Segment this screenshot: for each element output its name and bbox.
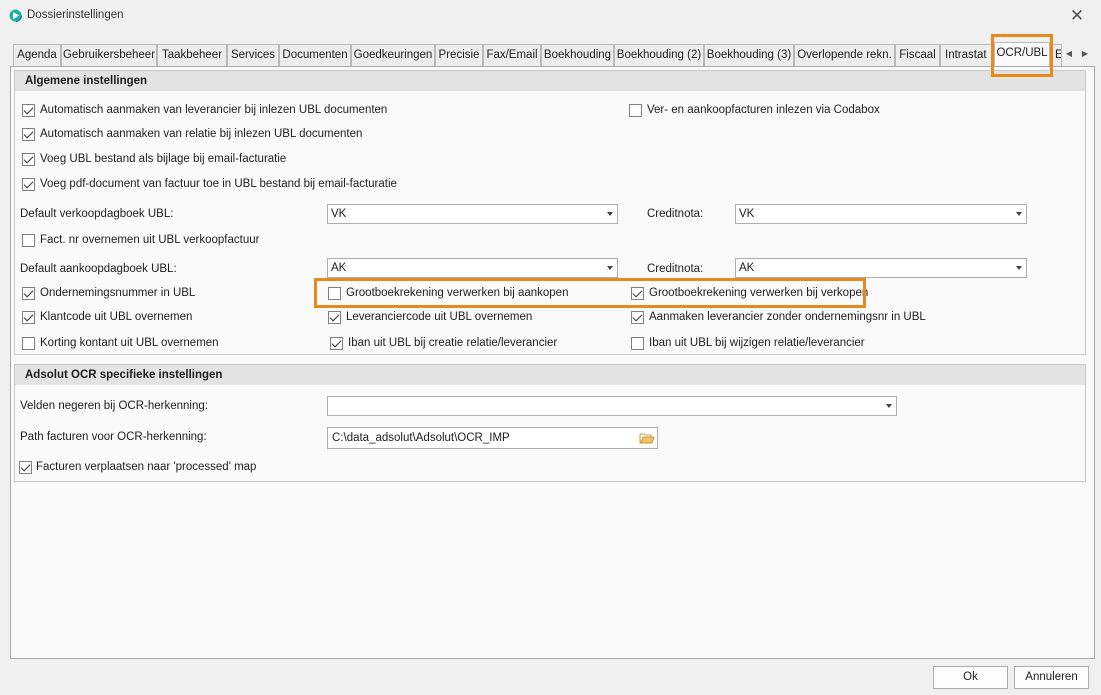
client-code-checkbox[interactable] xyxy=(22,311,35,324)
ocr-settings-header: Adsolut OCR specifieke instellingen xyxy=(15,365,1085,385)
title-bar xyxy=(0,0,1101,32)
ok-button[interactable]: Ok xyxy=(933,666,1008,689)
general-settings-header: Algemene instellingen xyxy=(15,71,1085,91)
iban-create-label: Iban uit UBL bij creatie relatie/leveran… xyxy=(348,337,558,349)
fact-nr-checkbox[interactable] xyxy=(22,234,35,247)
purchase-credit-value: AK xyxy=(739,262,755,274)
ignore-fields-label: Velden negeren bij OCR-herkenning: xyxy=(20,400,208,412)
iban-create-checkbox[interactable] xyxy=(330,337,343,350)
app-logo-icon xyxy=(9,9,22,22)
tab-precisie[interactable]: Precisie xyxy=(435,44,483,66)
tab-overlopende-rekn[interactable]: Overlopende rekn. xyxy=(794,44,895,66)
gl-sales-checkbox[interactable] xyxy=(631,287,644,300)
add-pdf-checkbox[interactable] xyxy=(22,178,35,191)
ocr-path-label: Path facturen voor OCR-herkenning: xyxy=(20,431,207,443)
tab-goedkeuringen[interactable]: Goedkeuringen xyxy=(351,44,435,66)
attach-ubl-label: Voeg UBL bestand als bijlage bij email-f… xyxy=(40,153,287,165)
chevron-down-icon xyxy=(607,212,613,216)
purchase-credit-select[interactable]: AK xyxy=(735,258,1027,278)
gl-purchases-checkbox[interactable] xyxy=(328,287,341,300)
fact-nr-label: Fact. nr overnemen uit UBL verkoopfactuu… xyxy=(40,234,260,246)
purchase-journal-value: AK xyxy=(331,262,347,274)
tab-scroll-left-icon[interactable]: ◀ xyxy=(1063,46,1075,62)
auto-create-supplier-label: Automatisch aanmaken van leverancier bij… xyxy=(40,104,388,116)
sales-credit-label: Creditnota: xyxy=(647,208,704,220)
tab-services[interactable]: Services xyxy=(227,44,279,66)
tab-gebruikersbeheer[interactable]: Gebruikersbeheer xyxy=(61,44,157,66)
sales-credit-select[interactable]: VK xyxy=(735,204,1027,224)
tab-fax-email[interactable]: Fax/Email xyxy=(483,44,541,66)
tab-agenda[interactable]: Agenda xyxy=(13,44,61,66)
auto-create-supplier-checkbox[interactable] xyxy=(22,104,35,117)
purchase-journal-label: Default aankoopdagboek UBL: xyxy=(20,263,177,275)
codabox-label: Ver- en aankoopfacturen inlezen via Coda… xyxy=(647,104,880,116)
supplier-code-checkbox[interactable] xyxy=(328,311,341,324)
sales-journal-value: VK xyxy=(331,208,347,220)
chevron-down-icon xyxy=(1016,212,1022,216)
chevron-down-icon xyxy=(607,266,613,270)
tab-taakbeheer[interactable]: Taakbeheer xyxy=(157,44,227,66)
auto-create-relation-label: Automatisch aanmaken van relatie bij inl… xyxy=(40,128,363,140)
chevron-down-icon xyxy=(886,404,892,408)
auto-create-relation-checkbox[interactable] xyxy=(22,128,35,141)
chevron-down-icon xyxy=(1016,266,1022,270)
tab-intrastat[interactable]: Intrastat xyxy=(940,44,994,66)
sales-journal-select[interactable]: VK xyxy=(327,204,618,224)
tab-overflow[interactable]: E xyxy=(1052,44,1062,66)
ocr-path-input[interactable]: C:\data_adsolut\Adsolut\OCR_IMP xyxy=(327,427,658,449)
create-supplier-no-nr-checkbox[interactable] xyxy=(631,311,644,324)
iban-modify-checkbox[interactable] xyxy=(631,337,644,350)
purchase-journal-select[interactable]: AK xyxy=(327,258,618,278)
tab-boekhouding[interactable]: Boekhouding xyxy=(541,44,614,66)
create-supplier-no-nr-label: Aanmaken leverancier zonder ondernemings… xyxy=(649,311,926,323)
supplier-code-label: Leveranciercode uit UBL overnemen xyxy=(346,311,533,323)
tab-ocr-ubl[interactable]: OCR/UBL xyxy=(994,42,1050,69)
ignore-fields-select[interactable] xyxy=(327,396,897,416)
close-icon[interactable]: ✕ xyxy=(1066,6,1088,26)
tab-boekhouding-2[interactable]: Boekhouding (2) xyxy=(614,44,704,66)
gl-sales-label: Grootboekrekening verwerken bij verkopen xyxy=(649,287,869,299)
iban-modify-label: Iban uit UBL bij wijzigen relatie/levera… xyxy=(649,337,865,349)
add-pdf-label: Voeg pdf-document van factuur toe in UBL… xyxy=(40,178,397,190)
cancel-button[interactable]: Annuleren xyxy=(1014,666,1089,689)
discount-label: Korting kontant uit UBL overnemen xyxy=(40,337,219,349)
attach-ubl-checkbox[interactable] xyxy=(22,153,35,166)
client-code-label: Klantcode uit UBL overnemen xyxy=(40,311,193,323)
sales-journal-label: Default verkoopdagboek UBL: xyxy=(20,208,174,220)
codabox-checkbox[interactable] xyxy=(629,104,642,117)
move-processed-label: Facturen verplaatsen naar 'processed' ma… xyxy=(36,461,257,473)
tab-fiscaal[interactable]: Fiscaal xyxy=(895,44,940,66)
purchase-credit-label: Creditnota: xyxy=(647,263,704,275)
company-nr-checkbox[interactable] xyxy=(22,287,35,300)
company-nr-label: Ondernemingsnummer in UBL xyxy=(40,287,196,299)
tab-scroll-right-icon[interactable]: ▶ xyxy=(1079,46,1091,62)
tab-documenten[interactable]: Documenten xyxy=(279,44,351,66)
discount-checkbox[interactable] xyxy=(22,337,35,350)
window-title: Dossierinstellingen xyxy=(27,9,124,21)
sales-credit-value: VK xyxy=(739,208,755,220)
gl-purchases-label: Grootboekrekening verwerken bij aankopen xyxy=(346,287,569,299)
folder-open-icon[interactable] xyxy=(639,432,655,444)
ocr-path-value: C:\data_adsolut\Adsolut\OCR_IMP xyxy=(332,432,510,444)
move-processed-checkbox[interactable] xyxy=(19,461,32,474)
tab-boekhouding-3[interactable]: Boekhouding (3) xyxy=(704,44,794,66)
